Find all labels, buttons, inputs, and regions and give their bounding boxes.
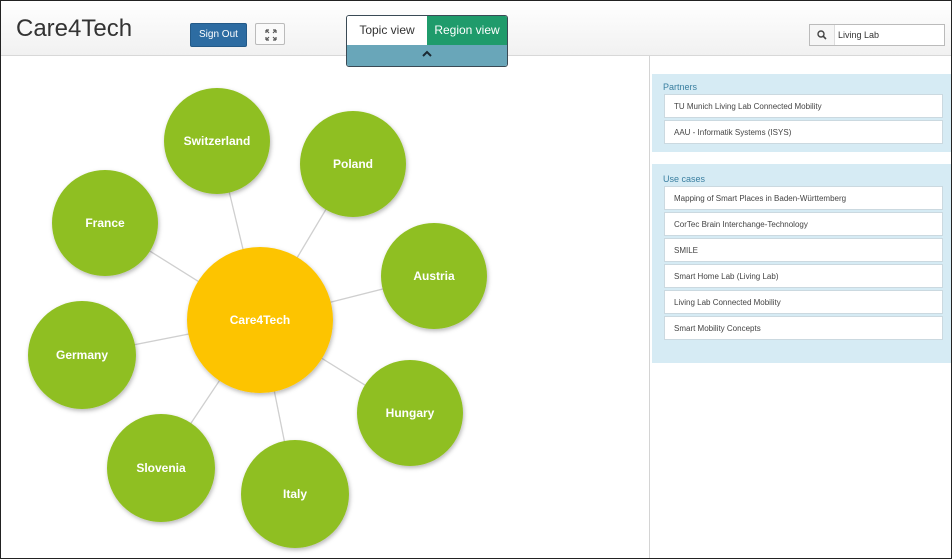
partners-title: Partners (663, 82, 698, 92)
expand-icon (265, 29, 277, 41)
partner-item[interactable]: AAU - Informatik Systems (ISYS) (664, 120, 943, 144)
use-case-item[interactable]: Living Lab Connected Mobility (664, 290, 943, 314)
use-cases-panel: Use cases Mapping of Smart Places in Bad… (652, 164, 951, 363)
brand-title: Care4Tech (16, 15, 133, 42)
use-case-item[interactable]: Mapping of Smart Places in Baden-Württem… (664, 186, 943, 210)
search-icon (817, 30, 827, 40)
node-switzerland-label: Switzerland (184, 134, 251, 148)
search-input[interactable] (838, 27, 938, 43)
node-austria-label: Austria (413, 269, 455, 283)
partners-panel: Partners TU Munich Living Lab Connected … (652, 74, 951, 152)
app-window: Care4Tech Sign Out Topic view Region vie… (0, 0, 952, 559)
node-center-label: Care4Tech (230, 313, 290, 327)
node-italy[interactable]: Italy (241, 440, 349, 548)
node-slovenia-label: Slovenia (136, 461, 186, 475)
node-slovenia[interactable]: Slovenia (107, 414, 215, 522)
use-cases-title: Use cases (663, 174, 706, 184)
region-view-tab[interactable]: Region view (427, 16, 507, 45)
node-switzerland[interactable]: Switzerland (164, 88, 270, 194)
node-france-label: France (85, 216, 125, 230)
graph-canvas: Switzerland Poland France Austria Germany Hun… (28, 88, 487, 548)
sign-out-button[interactable]: Sign Out (190, 23, 247, 47)
use-case-item[interactable]: SMILE (664, 238, 943, 262)
use-case-item[interactable]: Smart Mobility Concepts (664, 316, 943, 340)
node-poland-label: Poland (333, 157, 373, 171)
node-france[interactable]: France (52, 170, 158, 276)
use-case-item[interactable]: CorTec Brain Interchange-Technology (664, 212, 943, 236)
node-poland[interactable]: Poland (300, 111, 406, 217)
node-italy-label: Italy (283, 487, 307, 501)
panel-divider (649, 56, 650, 558)
node-germany[interactable]: Germany (28, 301, 136, 409)
partner-item[interactable]: TU Munich Living Lab Connected Mobility (664, 94, 943, 118)
node-austria[interactable]: Austria (381, 223, 487, 329)
search-box (809, 24, 945, 46)
topic-view-tab[interactable]: Topic view (347, 16, 427, 45)
search-button[interactable] (810, 25, 835, 45)
node-hungary-label: Hungary (386, 406, 435, 420)
use-case-item[interactable]: Smart Home Lab (Living Lab) (664, 264, 943, 288)
region-graph: Switzerland Poland France Austria Germany Hun… (1, 56, 649, 558)
node-hungary[interactable]: Hungary (357, 360, 463, 466)
node-center[interactable]: Care4Tech (187, 247, 333, 393)
fullscreen-button[interactable] (255, 23, 285, 45)
node-germany-label: Germany (56, 348, 108, 362)
